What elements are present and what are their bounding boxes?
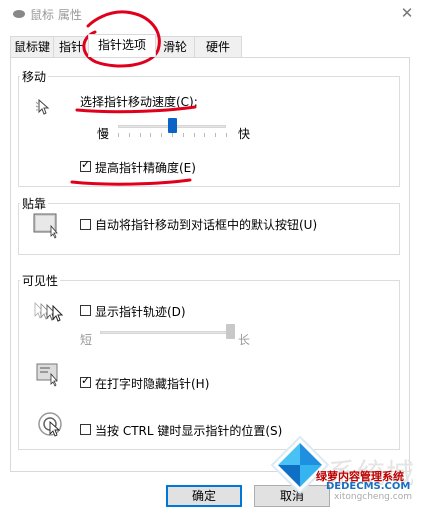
trails-slider-track[interactable]	[100, 331, 230, 334]
snap-checkbox[interactable]	[80, 219, 91, 230]
slider-tick	[193, 133, 195, 137]
hide-pointer-icon	[36, 363, 58, 387]
slider-tick	[161, 133, 163, 137]
speed-slow-label: 慢	[97, 127, 110, 141]
trails-long-label: 长	[238, 333, 251, 347]
snap-group-title: 贴靠	[20, 195, 49, 212]
speed-label: 选择指针移动速度(C):	[80, 95, 198, 109]
tab-wheel[interactable]: 滑轮	[155, 36, 195, 57]
trails-label[interactable]: 显示指针轨迹(D)	[95, 303, 186, 320]
slider-tick	[139, 133, 141, 137]
hide-pointer-label[interactable]: 在打字时隐藏指针(H)	[95, 375, 209, 392]
pointer-trails-icon	[34, 302, 64, 322]
hide-pointer-checkbox[interactable]	[80, 374, 91, 388]
trails-checkbox[interactable]	[80, 305, 91, 316]
show-location-icon	[38, 412, 62, 437]
close-button[interactable]: ✕	[396, 3, 418, 23]
title-bar[interactable]: 鼠标 属性 ✕	[0, 0, 421, 28]
slider-tick	[150, 133, 152, 137]
mouse-properties-window: 鼠标 属性 ✕ 鼠标键 指针 指针选项 滑轮 硬件 移动 选择指针移动速度(C)…	[0, 0, 421, 507]
close-icon: ✕	[400, 4, 414, 22]
slider-tick	[172, 133, 173, 137]
tab-pointers[interactable]: 指针	[53, 36, 89, 57]
precision-label[interactable]: 提高指针精确度(E)	[95, 159, 196, 176]
snap-to-icon	[33, 213, 58, 239]
slider-tick	[226, 133, 227, 137]
precision-checkbox[interactable]	[80, 158, 91, 172]
slider-tick	[118, 133, 119, 137]
trails-short-label: 短	[80, 333, 93, 347]
window-title: 鼠标 属性	[30, 8, 82, 22]
slider-tick	[215, 133, 217, 137]
trails-slider-thumb[interactable]	[225, 324, 235, 339]
tab-hardware[interactable]: 硬件	[194, 36, 242, 57]
xitongcheng-logo	[270, 435, 330, 495]
speed-fast-label: 快	[238, 127, 251, 141]
slider-tick	[204, 133, 206, 137]
speed-slider-thumb[interactable]	[167, 118, 177, 133]
slider-tick	[128, 133, 130, 137]
ctrl-location-checkbox[interactable]	[80, 424, 91, 435]
motion-group-title: 移动	[20, 68, 49, 85]
motion-group	[18, 76, 400, 187]
slider-tick	[182, 133, 184, 137]
snap-label[interactable]: 自动将指针移动到对话框中的默认按钮(U)	[95, 216, 317, 233]
watermark-url: xitongcheng.com	[334, 492, 412, 502]
tab-pointer-options[interactable]: 指针选项	[88, 34, 156, 57]
tab-buttons[interactable]: 鼠标键	[10, 36, 54, 57]
pointer-speed-icon	[35, 98, 50, 115]
ctrl-location-label[interactable]: 当按 CTRL 键时显示指针的位置(S)	[95, 422, 282, 439]
watermark-domain: DEDECMS.COM	[326, 481, 411, 492]
visibility-group-title: 可见性	[20, 272, 61, 289]
mouse-icon	[13, 10, 25, 18]
